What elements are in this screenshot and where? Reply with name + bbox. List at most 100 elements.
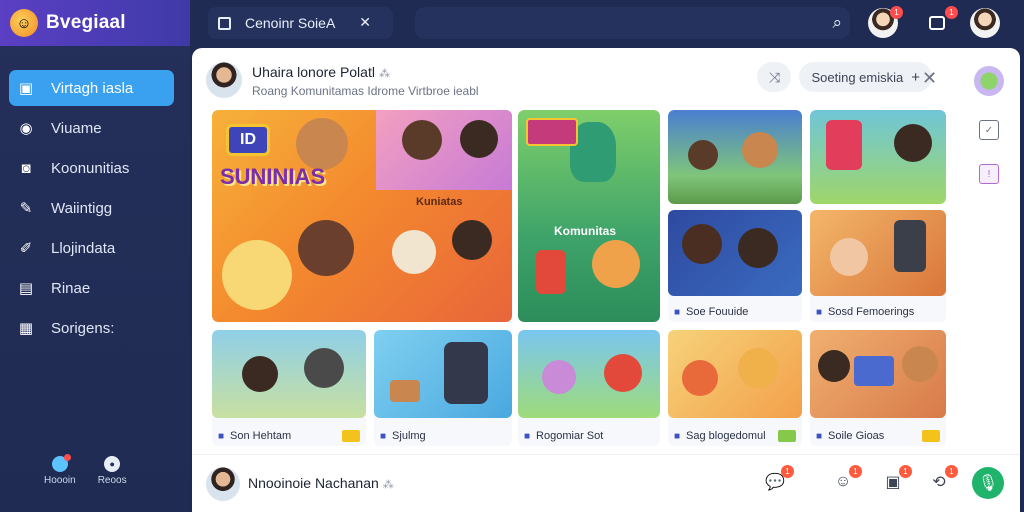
sidebar-item-label: Sorigens: bbox=[51, 319, 115, 337]
character-figure bbox=[460, 120, 498, 158]
laptop-figure bbox=[854, 356, 894, 386]
gift-icon[interactable]: ▣ 1 bbox=[882, 465, 912, 493]
caption-icon: ■ bbox=[816, 430, 823, 442]
media-card[interactable] bbox=[810, 110, 946, 204]
microphone-button[interactable]: 🎙 bbox=[972, 467, 1004, 499]
share-badge: 1 bbox=[945, 465, 958, 478]
character-figure bbox=[682, 224, 722, 264]
card-caption: ■ Son Hehtam bbox=[218, 430, 360, 442]
character-figure bbox=[542, 360, 576, 394]
smiley-logo-icon: ☺ bbox=[10, 9, 38, 37]
brand-bar: ☺ Bvegiaal bbox=[0, 0, 190, 46]
caption-icon: ■ bbox=[218, 430, 225, 442]
footer-button-home[interactable]: Hoooin bbox=[44, 454, 76, 486]
sidebar-item-koonunitias[interactable]: ◙ Koonunitias bbox=[9, 150, 174, 186]
hero-card[interactable]: ID SUNINIAS Kuniatas bbox=[212, 110, 512, 322]
caption-text: Rogomiar Sot bbox=[536, 430, 604, 442]
sidebar-footer: Hoooin ● Reoos bbox=[44, 454, 127, 486]
caption-icon: ■ bbox=[674, 430, 681, 442]
card-caption: ■ Soe Fouuide bbox=[674, 306, 796, 318]
sidebar-item-viuame[interactable]: ◉ Viuame bbox=[9, 110, 174, 146]
reaction-badge: 1 bbox=[849, 465, 862, 478]
caption-text: Soe Fouuide bbox=[686, 306, 749, 318]
right-rail: ✓ ! bbox=[972, 66, 1006, 184]
media-card[interactable] bbox=[668, 110, 802, 204]
footer-label: Reoos bbox=[97, 475, 127, 486]
device-figure bbox=[536, 250, 566, 294]
character-figure bbox=[688, 140, 718, 170]
green-card-title: Komunitas bbox=[554, 224, 617, 238]
message-icon[interactable]: 1 bbox=[922, 6, 958, 38]
commenter-name: Nnooinoie Nachanan ⁂ bbox=[248, 475, 394, 491]
info-icon: ● bbox=[104, 456, 121, 472]
tab-active[interactable]: Cenoinr SoieA ✕ bbox=[208, 7, 393, 39]
sidebar-item-llojindata[interactable]: ✐ Llojindata bbox=[9, 230, 174, 266]
media-card[interactable]: ■ Rogomiar Sot bbox=[518, 330, 660, 446]
character-figure bbox=[604, 354, 642, 392]
character-figure bbox=[222, 240, 292, 310]
card-caption: ■ Rogomiar Sot bbox=[524, 430, 654, 442]
sidebar-item-sorigens[interactable]: ▦ Sorigens: bbox=[9, 310, 174, 346]
green-card[interactable]: Komunitas bbox=[518, 110, 660, 322]
footer-button-reoos[interactable]: ● Reoos bbox=[98, 456, 127, 486]
main-panel: Uhaira lonore Polatl ⁂ Roang Komunitamas … bbox=[192, 48, 1020, 512]
plus-icon: + bbox=[911, 68, 920, 86]
media-card[interactable]: ■ Sag blogedomul bbox=[668, 330, 802, 446]
caption-icon: ■ bbox=[674, 306, 681, 318]
media-card[interactable]: ■ Son Hehtam bbox=[212, 330, 366, 446]
post-actions: ⤨ Soeting emiskia + bbox=[757, 62, 932, 92]
character-figure bbox=[682, 360, 718, 396]
gift-badge: 1 bbox=[899, 465, 912, 478]
reaction-icon[interactable]: ☺ 1 bbox=[832, 465, 862, 493]
share-icon[interactable]: ⟲ 1 bbox=[928, 465, 958, 493]
post-subtitle: Roang Komunitamas Idrome Virtbroe ieabl bbox=[252, 84, 479, 98]
close-button[interactable]: ✕ bbox=[922, 68, 937, 89]
character-figure bbox=[742, 132, 778, 168]
sidebar-item-rinae[interactable]: ▤ Rinae bbox=[9, 270, 174, 306]
top-bar: Cenoinr SoieA ✕ ⌕ 1 1 bbox=[190, 0, 1024, 46]
character-figure bbox=[818, 350, 850, 382]
green-card-badge bbox=[526, 118, 578, 146]
avatar[interactable]: 1 bbox=[868, 6, 903, 38]
sidebar-item-virtagh[interactable]: ▣ Virtagh iasla bbox=[9, 70, 174, 106]
media-card[interactable]: ■ Sosd Femoerings bbox=[810, 210, 946, 322]
bookmark-icon[interactable]: ! bbox=[979, 164, 999, 184]
pen-icon: ✐ bbox=[19, 240, 33, 257]
media-card[interactable]: ■ Sjulmg bbox=[374, 330, 512, 446]
message-badge: 1 bbox=[945, 6, 958, 19]
settings-button[interactable]: Soeting emiskia + bbox=[799, 62, 932, 92]
search-icon[interactable]: ⌕ bbox=[832, 13, 842, 33]
media-card[interactable]: ■ Soile Gioas bbox=[810, 330, 946, 446]
tag-badge bbox=[778, 430, 796, 442]
edit-icon[interactable]: ✓ bbox=[979, 120, 999, 140]
post-title: Uhaira lonore Polatl ⁂ bbox=[252, 64, 390, 80]
search-input[interactable]: ⌕ bbox=[415, 7, 850, 39]
caption-icon: ■ bbox=[816, 306, 823, 318]
commenter-avatar[interactable] bbox=[206, 467, 240, 501]
media-card[interactable]: ■ Soe Fouuide bbox=[668, 210, 802, 322]
author-avatar[interactable] bbox=[206, 62, 242, 98]
character-figure bbox=[304, 348, 344, 388]
character-figure bbox=[242, 356, 278, 392]
grid-icon: ▦ bbox=[18, 320, 34, 337]
commenter-name-suffix: ⁂ bbox=[382, 479, 394, 491]
caption-text: Sjulmg bbox=[392, 430, 426, 442]
character-figure bbox=[738, 348, 778, 388]
sidebar-nav: ▣ Virtagh iasla ◉ Viuame ◙ Koonunitias ✎… bbox=[9, 70, 174, 350]
comment-badge: 1 bbox=[781, 465, 794, 478]
hero-badge: ID bbox=[226, 124, 270, 156]
checkbox-icon[interactable] bbox=[218, 16, 231, 30]
device-figure bbox=[826, 120, 862, 170]
app-name: Bvegiaal bbox=[46, 12, 126, 33]
sidebar-item-label: Llojindata bbox=[51, 239, 116, 257]
character-figure bbox=[830, 238, 868, 276]
sidebar-item-waiintigg[interactable]: ✎ Waiintigg bbox=[9, 190, 174, 226]
profile-avatar[interactable] bbox=[970, 8, 1000, 38]
tab-label: Cenoinr SoieA bbox=[245, 15, 336, 31]
comment-icon[interactable]: 💬 1 bbox=[764, 465, 794, 493]
shuffle-icon[interactable]: ⤨ bbox=[757, 62, 792, 92]
footer-label: Hoooin bbox=[44, 475, 76, 486]
sidebar-item-label: Koonunitias bbox=[51, 159, 130, 177]
close-tab-icon[interactable]: ✕ bbox=[359, 14, 371, 31]
rail-avatar[interactable] bbox=[974, 66, 1004, 96]
